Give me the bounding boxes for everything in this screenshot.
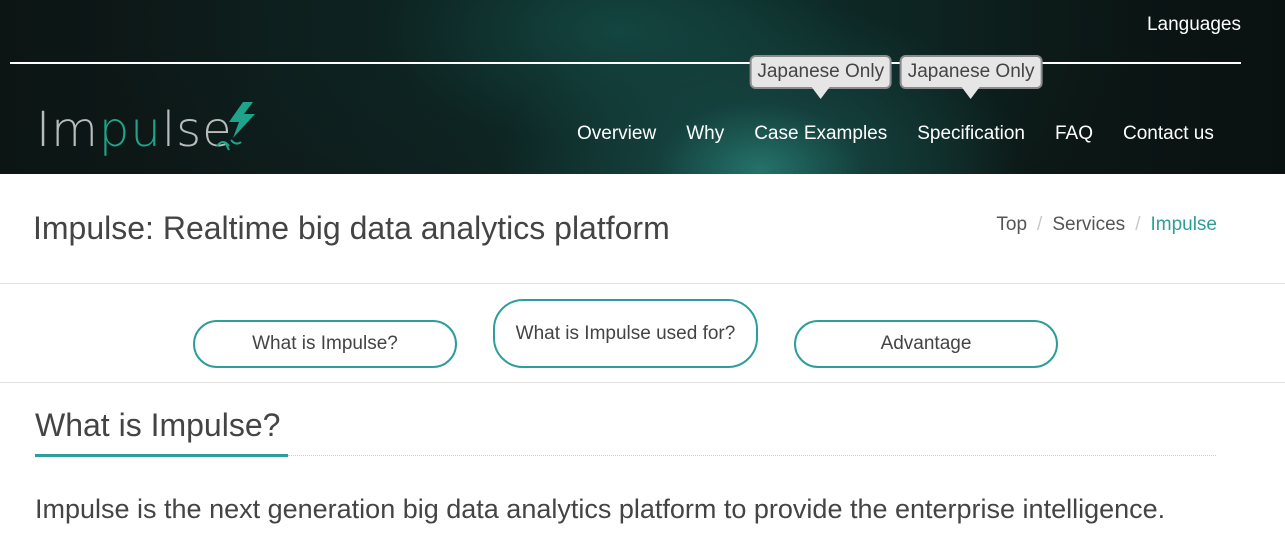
lightning-bolt-icon: [216, 102, 255, 151]
nav-item-overview[interactable]: Overview: [562, 118, 671, 152]
breadcrumb-separator: /: [1037, 214, 1043, 235]
section-buttons: What is Impulse? What is Impulse used fo…: [0, 284, 1285, 383]
page-title-band: Impulse: Realtime big data analytics pla…: [0, 174, 1285, 284]
languages-link[interactable]: Languages: [1147, 14, 1241, 36]
nav-item-case-examples[interactable]: Case Examples Japanese Only: [739, 55, 902, 152]
logo-text: Impulse: [36, 102, 233, 158]
breadcrumb-services[interactable]: Services: [1052, 214, 1125, 236]
intro-paragraph: Impulse is the next generation big data …: [35, 494, 1166, 524]
section-heading: What is Impulse?: [35, 407, 281, 443]
japanese-only-tooltip: Japanese Only: [899, 55, 1043, 89]
advantage-button[interactable]: Advantage: [794, 320, 1058, 368]
main-nav: Overview Why Case Examples Japanese Only…: [562, 55, 1229, 152]
heading-dotted-rule: [288, 455, 1216, 456]
breadcrumb-current: Impulse: [1150, 214, 1217, 235]
page-title: Impulse: Realtime big data analytics pla…: [33, 210, 670, 246]
impulse-logo[interactable]: Impulse: [36, 100, 266, 160]
heading-underline: [35, 454, 288, 457]
site-header: Languages Impulse Overview Why Case Exam…: [0, 0, 1285, 174]
nav-item-contact-us[interactable]: Contact us: [1108, 118, 1229, 152]
nav-item-specification[interactable]: Specification Japanese Only: [899, 55, 1043, 152]
what-is-impulse-used-for-button[interactable]: What is Impulse used for?: [493, 299, 758, 368]
nav-item-faq[interactable]: FAQ: [1040, 118, 1108, 152]
header-divider: [10, 62, 1241, 64]
breadcrumb-separator: /: [1135, 214, 1141, 235]
breadcrumb: Top / Services / Impulse: [996, 214, 1217, 236]
nav-item-why[interactable]: Why: [671, 118, 739, 152]
japanese-only-tooltip: Japanese Only: [749, 55, 893, 89]
what-is-impulse-button[interactable]: What is Impulse?: [193, 320, 457, 368]
breadcrumb-top[interactable]: Top: [996, 214, 1027, 236]
